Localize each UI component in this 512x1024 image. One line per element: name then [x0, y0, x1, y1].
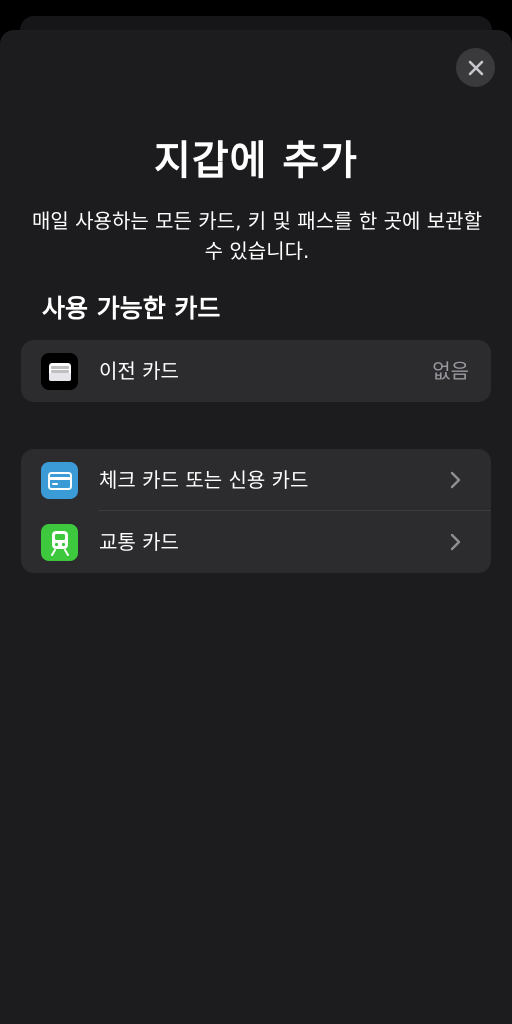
- previous-cards-row[interactable]: 이전 카드 없음: [21, 340, 491, 402]
- credit-card-label: 체크 카드 또는 신용 카드: [99, 468, 309, 492]
- page-subtitle: 매일 사용하는 모든 카드, 키 및 패스를 한 곳에 보관할 수 있습니다.: [32, 209, 482, 263]
- add-card-options-group: 체크 카드 또는 신용 카드 교통 카드: [21, 449, 491, 573]
- previous-cards-value: 없음: [432, 359, 469, 383]
- close-icon: [468, 60, 483, 75]
- close-button[interactable]: [456, 48, 495, 87]
- credit-card-icon: [41, 462, 78, 499]
- chevron-right-icon: [450, 471, 461, 489]
- credit-card-row[interactable]: 체크 카드 또는 신용 카드: [21, 449, 491, 511]
- page-title: 지갑에 추가: [154, 138, 358, 184]
- section-header-available-cards: 사용 가능한 카드: [42, 294, 221, 323]
- previous-cards-label: 이전 카드: [99, 359, 179, 383]
- transit-icon: [41, 524, 78, 561]
- available-cards-group: 이전 카드 없음: [21, 340, 491, 402]
- add-to-wallet-sheet: 지갑에 추가 매일 사용하는 모든 카드, 키 및 패스를 한 곳에 보관할 수…: [0, 30, 512, 1024]
- transit-card-row[interactable]: 교통 카드: [21, 511, 491, 573]
- transit-card-label: 교통 카드: [99, 530, 179, 554]
- chevron-right-icon: [450, 533, 461, 551]
- wallet-icon: [41, 353, 78, 390]
